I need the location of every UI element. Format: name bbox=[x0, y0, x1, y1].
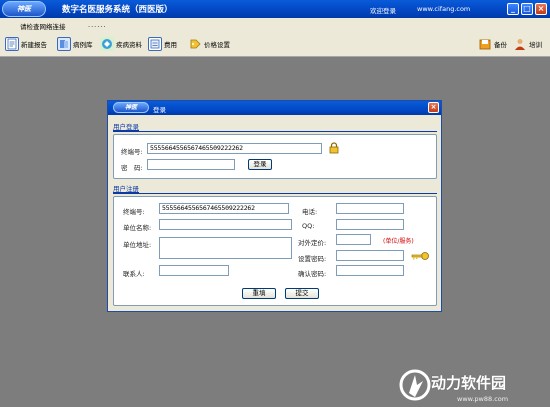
login-button[interactable]: 登录 bbox=[248, 159, 272, 170]
toolbar-case-library[interactable]: 病例库 bbox=[57, 36, 93, 52]
fee-icon bbox=[148, 37, 162, 51]
title-bar: 神医 数字名医服务系统（西医版） 欢迎登录 www.cifang.com _ □… bbox=[0, 0, 550, 18]
dialog-title-bar: 神医 登录 × bbox=[108, 101, 441, 115]
toolbar-label: 费用 bbox=[164, 41, 177, 49]
submit-button[interactable]: 提交 bbox=[285, 288, 319, 299]
company-address-label: 单位地址: bbox=[123, 241, 152, 249]
toolbar-label: 病例库 bbox=[73, 41, 93, 49]
toolbar-label: 培训 bbox=[529, 41, 542, 49]
dialog-logo: 神医 bbox=[113, 102, 149, 113]
set-password-input[interactable] bbox=[336, 250, 404, 261]
status-dots: ...... bbox=[88, 21, 107, 29]
connection-status-text: 请检查网络连接 bbox=[20, 23, 66, 31]
app-logo: 神医 bbox=[2, 1, 46, 17]
company-name-label: 单位名称: bbox=[123, 224, 152, 232]
login-dialog: 神医 登录 × 用户登录 终端号: 5555664556567465509222… bbox=[107, 100, 442, 312]
external-price-input[interactable] bbox=[336, 234, 371, 245]
watermark-logo-icon bbox=[399, 369, 431, 401]
toolbar-label: 疾病资料 bbox=[116, 41, 142, 49]
minimize-button[interactable]: _ bbox=[507, 3, 519, 15]
price-unit-note: (单位/服务) bbox=[383, 238, 414, 245]
price-settings-icon bbox=[188, 37, 202, 51]
login-panel: 终端号: 5555664556567465509222262 密 码: 登录 bbox=[113, 134, 437, 179]
register-panel: 终端号: 5555664556567465509222262 单位名称: 单位地… bbox=[113, 196, 437, 306]
dialog-close-button[interactable]: × bbox=[428, 102, 439, 113]
confirm-password-label: 确认密码: bbox=[298, 270, 327, 278]
login-password-label: 密 码: bbox=[121, 164, 143, 172]
toolbar-training[interactable]: 培训 bbox=[513, 36, 542, 52]
contact-input[interactable] bbox=[159, 265, 229, 276]
login-terminal-label: 终端号: bbox=[121, 148, 143, 156]
login-section-divider bbox=[113, 131, 437, 132]
watermark-text: 动力软件园 bbox=[431, 374, 507, 392]
lock-icon bbox=[329, 142, 339, 156]
register-terminal-label: 终端号: bbox=[123, 208, 145, 216]
watermark-url: www.pw88.com bbox=[457, 395, 509, 403]
welcome-text: 欢迎登录 bbox=[370, 7, 396, 15]
new-report-icon bbox=[5, 37, 19, 51]
confirm-password-input[interactable] bbox=[336, 265, 404, 276]
toolbar-price-settings[interactable]: 价格设置 bbox=[188, 36, 230, 52]
window-title: 数字名医服务系统（西医版） bbox=[62, 5, 173, 15]
training-icon bbox=[513, 37, 527, 51]
login-password-input[interactable] bbox=[147, 159, 235, 170]
website-link[interactable]: www.cifang.com bbox=[417, 5, 470, 13]
backup-icon bbox=[478, 37, 492, 51]
toolbar-label: 备份 bbox=[494, 41, 507, 49]
case-library-icon bbox=[57, 37, 71, 51]
main-toolbar: 新建报告 病例库 疾病资料 费用 价格设置 备份 培训 bbox=[0, 31, 550, 57]
login-section-title: 用户登录 bbox=[113, 123, 139, 131]
login-terminal-input[interactable]: 5555664556567465509222262 bbox=[147, 143, 322, 154]
phone-label: 电话: bbox=[302, 208, 318, 216]
toolbar-label: 价格设置 bbox=[204, 41, 230, 49]
connection-status-bar: 请检查网络连接 ...... bbox=[0, 18, 550, 31]
company-name-input[interactable] bbox=[159, 219, 292, 230]
key-icon bbox=[410, 250, 430, 264]
phone-input[interactable] bbox=[336, 203, 404, 214]
toolbar-disease-info[interactable]: 疾病资料 bbox=[100, 36, 142, 52]
maximize-button[interactable]: □ bbox=[521, 3, 533, 15]
dialog-title: 登录 bbox=[153, 106, 166, 114]
qq-input[interactable] bbox=[336, 219, 404, 230]
disease-info-icon bbox=[100, 37, 114, 51]
toolbar-new-report[interactable]: 新建报告 bbox=[5, 36, 47, 52]
watermark: 动力软件园 www.pw88.com bbox=[395, 364, 550, 407]
close-button[interactable]: × bbox=[535, 3, 547, 15]
toolbar-backup[interactable]: 备份 bbox=[478, 36, 507, 52]
set-password-label: 设置密码: bbox=[298, 255, 327, 263]
qq-label: QQ: bbox=[302, 222, 315, 230]
toolbar-fee[interactable]: 费用 bbox=[148, 36, 177, 52]
contact-label: 联系人: bbox=[123, 270, 145, 278]
register-section-divider bbox=[113, 193, 437, 194]
register-section-title: 用户注册 bbox=[113, 185, 139, 193]
toolbar-label: 新建报告 bbox=[21, 41, 47, 49]
register-terminal-input[interactable]: 5555664556567465509222262 bbox=[159, 203, 289, 214]
reset-button[interactable]: 重填 bbox=[242, 288, 276, 299]
company-address-input[interactable] bbox=[159, 237, 292, 259]
external-price-label: 对外定价: bbox=[298, 239, 327, 247]
